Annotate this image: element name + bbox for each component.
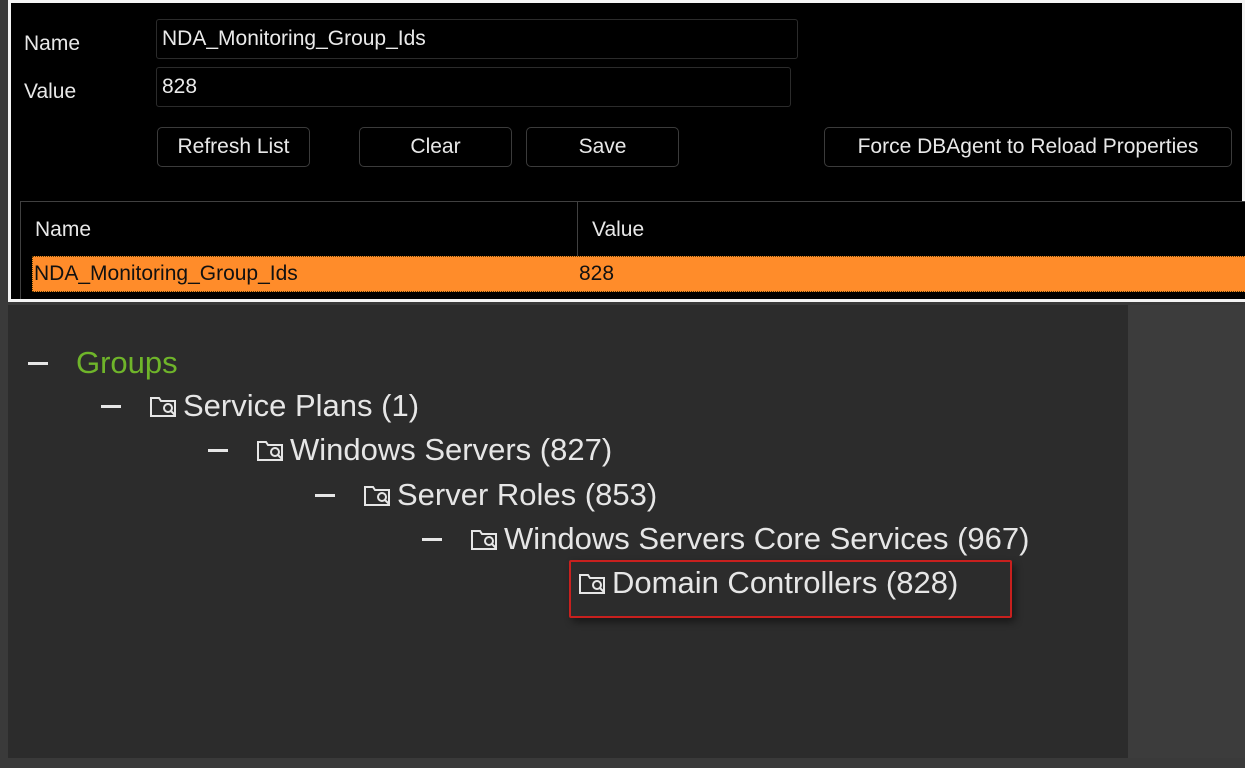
- tree-node-label: Service Plans (1): [183, 388, 420, 423]
- clear-button[interactable]: Clear: [359, 127, 512, 167]
- tree-node-label: Domain Controllers (828): [612, 565, 959, 600]
- value-label: Value: [24, 80, 77, 103]
- tree-node-domain-controllers[interactable]: Domain Controllers (828): [578, 563, 1008, 603]
- folder-search-icon: [257, 441, 283, 461]
- tree-node-server-roles[interactable]: Server Roles (853): [315, 475, 815, 515]
- folder-search-icon: [471, 530, 497, 550]
- tree-node-service-plans[interactable]: Service Plans (1): [101, 386, 601, 426]
- screenshot: Name NDA_Monitoring_Group_Ids Value 828 …: [0, 0, 1245, 768]
- refresh-list-button[interactable]: Refresh List: [157, 127, 310, 167]
- tree-node-windows-servers[interactable]: Windows Servers (827): [208, 430, 768, 470]
- save-button[interactable]: Save: [526, 127, 679, 167]
- collapse-icon[interactable]: [208, 449, 228, 452]
- properties-panel: Name NDA_Monitoring_Group_Ids Value 828 …: [8, 0, 1245, 302]
- folder-search-icon: [364, 486, 390, 506]
- folder-search-icon: [579, 574, 605, 594]
- column-header-value[interactable]: Value: [578, 202, 1238, 256]
- cell-name: NDA_Monitoring_Group_Ids: [34, 262, 298, 285]
- folder-search-icon: [150, 397, 176, 417]
- tree-node-label: Windows Servers (827): [290, 432, 613, 467]
- tree-node-label: Windows Servers Core Services (967): [504, 521, 1030, 556]
- group-tree: Groups Service Plans (1) Windows Servers…: [8, 305, 1128, 758]
- properties-table: Name Value NDA_Monitoring_Group_Ids 828: [20, 201, 1245, 299]
- tree-node-core-services[interactable]: Windows Servers Core Services (967): [422, 519, 1102, 559]
- background-panel: [1128, 305, 1245, 758]
- cell-value: 828: [579, 262, 615, 285]
- collapse-icon[interactable]: [422, 538, 442, 541]
- tree-node-groups[interactable]: Groups: [28, 343, 328, 383]
- name-label: Name: [24, 32, 81, 55]
- collapse-icon[interactable]: [28, 362, 48, 365]
- name-input[interactable]: NDA_Monitoring_Group_Ids: [156, 19, 798, 59]
- column-header-name[interactable]: Name: [21, 202, 577, 256]
- tree-root-label: Groups: [76, 345, 178, 380]
- collapse-icon[interactable]: [315, 494, 335, 497]
- tree-node-label: Server Roles (853): [397, 477, 658, 512]
- table-row[interactable]: NDA_Monitoring_Group_Ids 828: [32, 256, 1245, 292]
- collapse-icon[interactable]: [101, 405, 121, 408]
- force-reload-button[interactable]: Force DBAgent to Reload Properties: [824, 127, 1232, 167]
- value-input[interactable]: 828: [156, 67, 791, 107]
